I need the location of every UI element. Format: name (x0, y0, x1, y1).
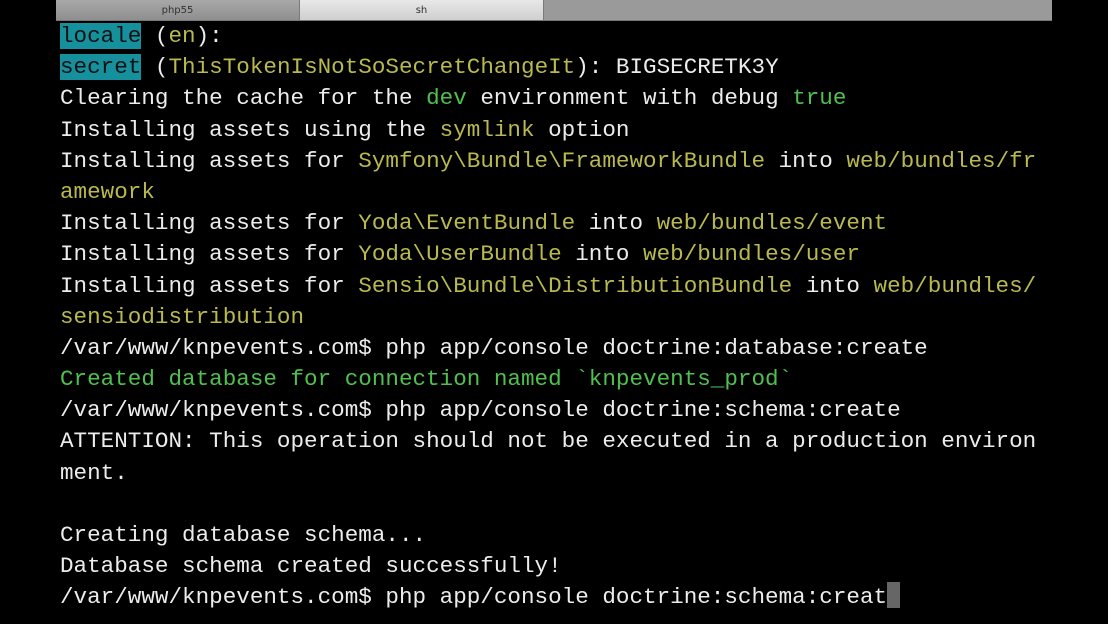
terminal-text: ( (141, 54, 169, 81)
terminal-line: amework (60, 177, 1050, 208)
terminal-text: Symfony\Bundle\FrameworkBundle (358, 147, 766, 174)
terminal-text: ): (195, 23, 223, 49)
terminal-text: ment. (60, 459, 128, 486)
terminal-text: web/bundles/fr (846, 147, 1037, 174)
terminal-text: into (765, 147, 847, 174)
terminal-text: web/bundles/ (873, 272, 1037, 299)
terminal-text: /var/www/knpevents.com$ php app/console … (60, 397, 901, 424)
terminal-line: Installing assets for Yoda\UserBundle in… (60, 239, 1050, 270)
terminal-text: dev (426, 85, 467, 112)
prompt-key: secret (60, 54, 142, 81)
terminal-text: ): BIGSECRETK3Y (575, 54, 779, 81)
terminal-line: Clearing the cache for the dev environme… (60, 83, 1050, 114)
tab-label: php55 (161, 4, 194, 16)
terminal-text: environment with debug (466, 85, 793, 112)
terminal-text: Yoda\EventBundle (358, 210, 576, 237)
terminal-line: Database schema created successfully! (60, 551, 1050, 582)
terminal-line: Created database for connection named `k… (60, 364, 1050, 395)
terminal-text: en (168, 23, 196, 49)
terminal-output[interactable]: locale (en): secret (ThisTokenIsNotSoSecr… (60, 21, 1050, 614)
tab-sh[interactable]: sh (300, 0, 544, 20)
terminal-text: into (561, 241, 644, 268)
terminal-text: web/bundles/user (643, 241, 860, 268)
terminal-text: amework (60, 178, 155, 205)
terminal-text: Database schema created successfully! (60, 553, 562, 580)
terminal-line: /var/www/knpevents.com$ php app/console … (60, 395, 1050, 426)
terminal-text: true (792, 85, 847, 112)
terminal-text: Installing assets for (60, 272, 359, 299)
terminal-line: ment. (60, 458, 1050, 489)
terminal-line: secret (ThisTokenIsNotSoSecretChangeIt):… (60, 52, 1050, 83)
terminal-text: symlink (439, 116, 535, 143)
tab-bar: php55 sh (56, 0, 1052, 21)
terminal-text: ATTENTION: This operation should not be … (60, 428, 1037, 455)
terminal-text: Clearing the cache for the (60, 85, 427, 112)
terminal-text: option (534, 116, 630, 143)
terminal-text: into (792, 272, 874, 299)
terminal-text: web/bundles/event (656, 210, 888, 237)
cursor (887, 582, 901, 609)
terminal-line: Installing assets using the symlink opti… (60, 115, 1050, 146)
terminal-text: Created database for connection named `k… (60, 366, 793, 393)
terminal-text: Installing assets for (60, 210, 359, 237)
terminal-text: Sensio\Bundle\DistributionBundle (358, 272, 793, 299)
terminal-text: ( (141, 23, 169, 49)
terminal-text: Yoda\UserBundle (358, 241, 562, 268)
terminal-line: Installing assets for Sensio\Bundle\Dist… (60, 271, 1050, 302)
terminal-line: ATTENTION: This operation should not be … (60, 426, 1050, 457)
prompt-key: locale (60, 23, 142, 49)
terminal-line: Installing assets for Symfony\Bundle\Fra… (60, 146, 1050, 177)
terminal-text: Installing assets for (60, 241, 359, 268)
terminal-text: /var/www/knpevents.com$ php app/console … (60, 334, 928, 361)
terminal-text: Installing assets for (60, 147, 359, 174)
tab-php55[interactable]: php55 (56, 0, 300, 20)
terminal-text: Creating database schema... (60, 522, 427, 548)
terminal-line: Installing assets for Yoda\EventBundle i… (60, 208, 1050, 239)
terminal-text: sensiodistribution (60, 303, 305, 330)
terminal-line: /var/www/knpevents.com$ php app/console … (60, 582, 1050, 613)
terminal-line: /var/www/knpevents.com$ php app/console … (60, 333, 1050, 364)
terminal-text: into (575, 210, 657, 237)
terminal-text: ThisTokenIsNotSoSecretChangeIt (168, 54, 576, 81)
terminal-line: locale (en): (60, 21, 1050, 52)
tab-label: sh (415, 4, 428, 16)
terminal-line: Creating database schema... (60, 520, 1050, 551)
terminal-text: Installing assets using the (60, 116, 440, 143)
terminal-line: sensiodistribution (60, 302, 1050, 333)
terminal-text: /var/www/knpevents.com$ php app/console … (60, 584, 888, 611)
